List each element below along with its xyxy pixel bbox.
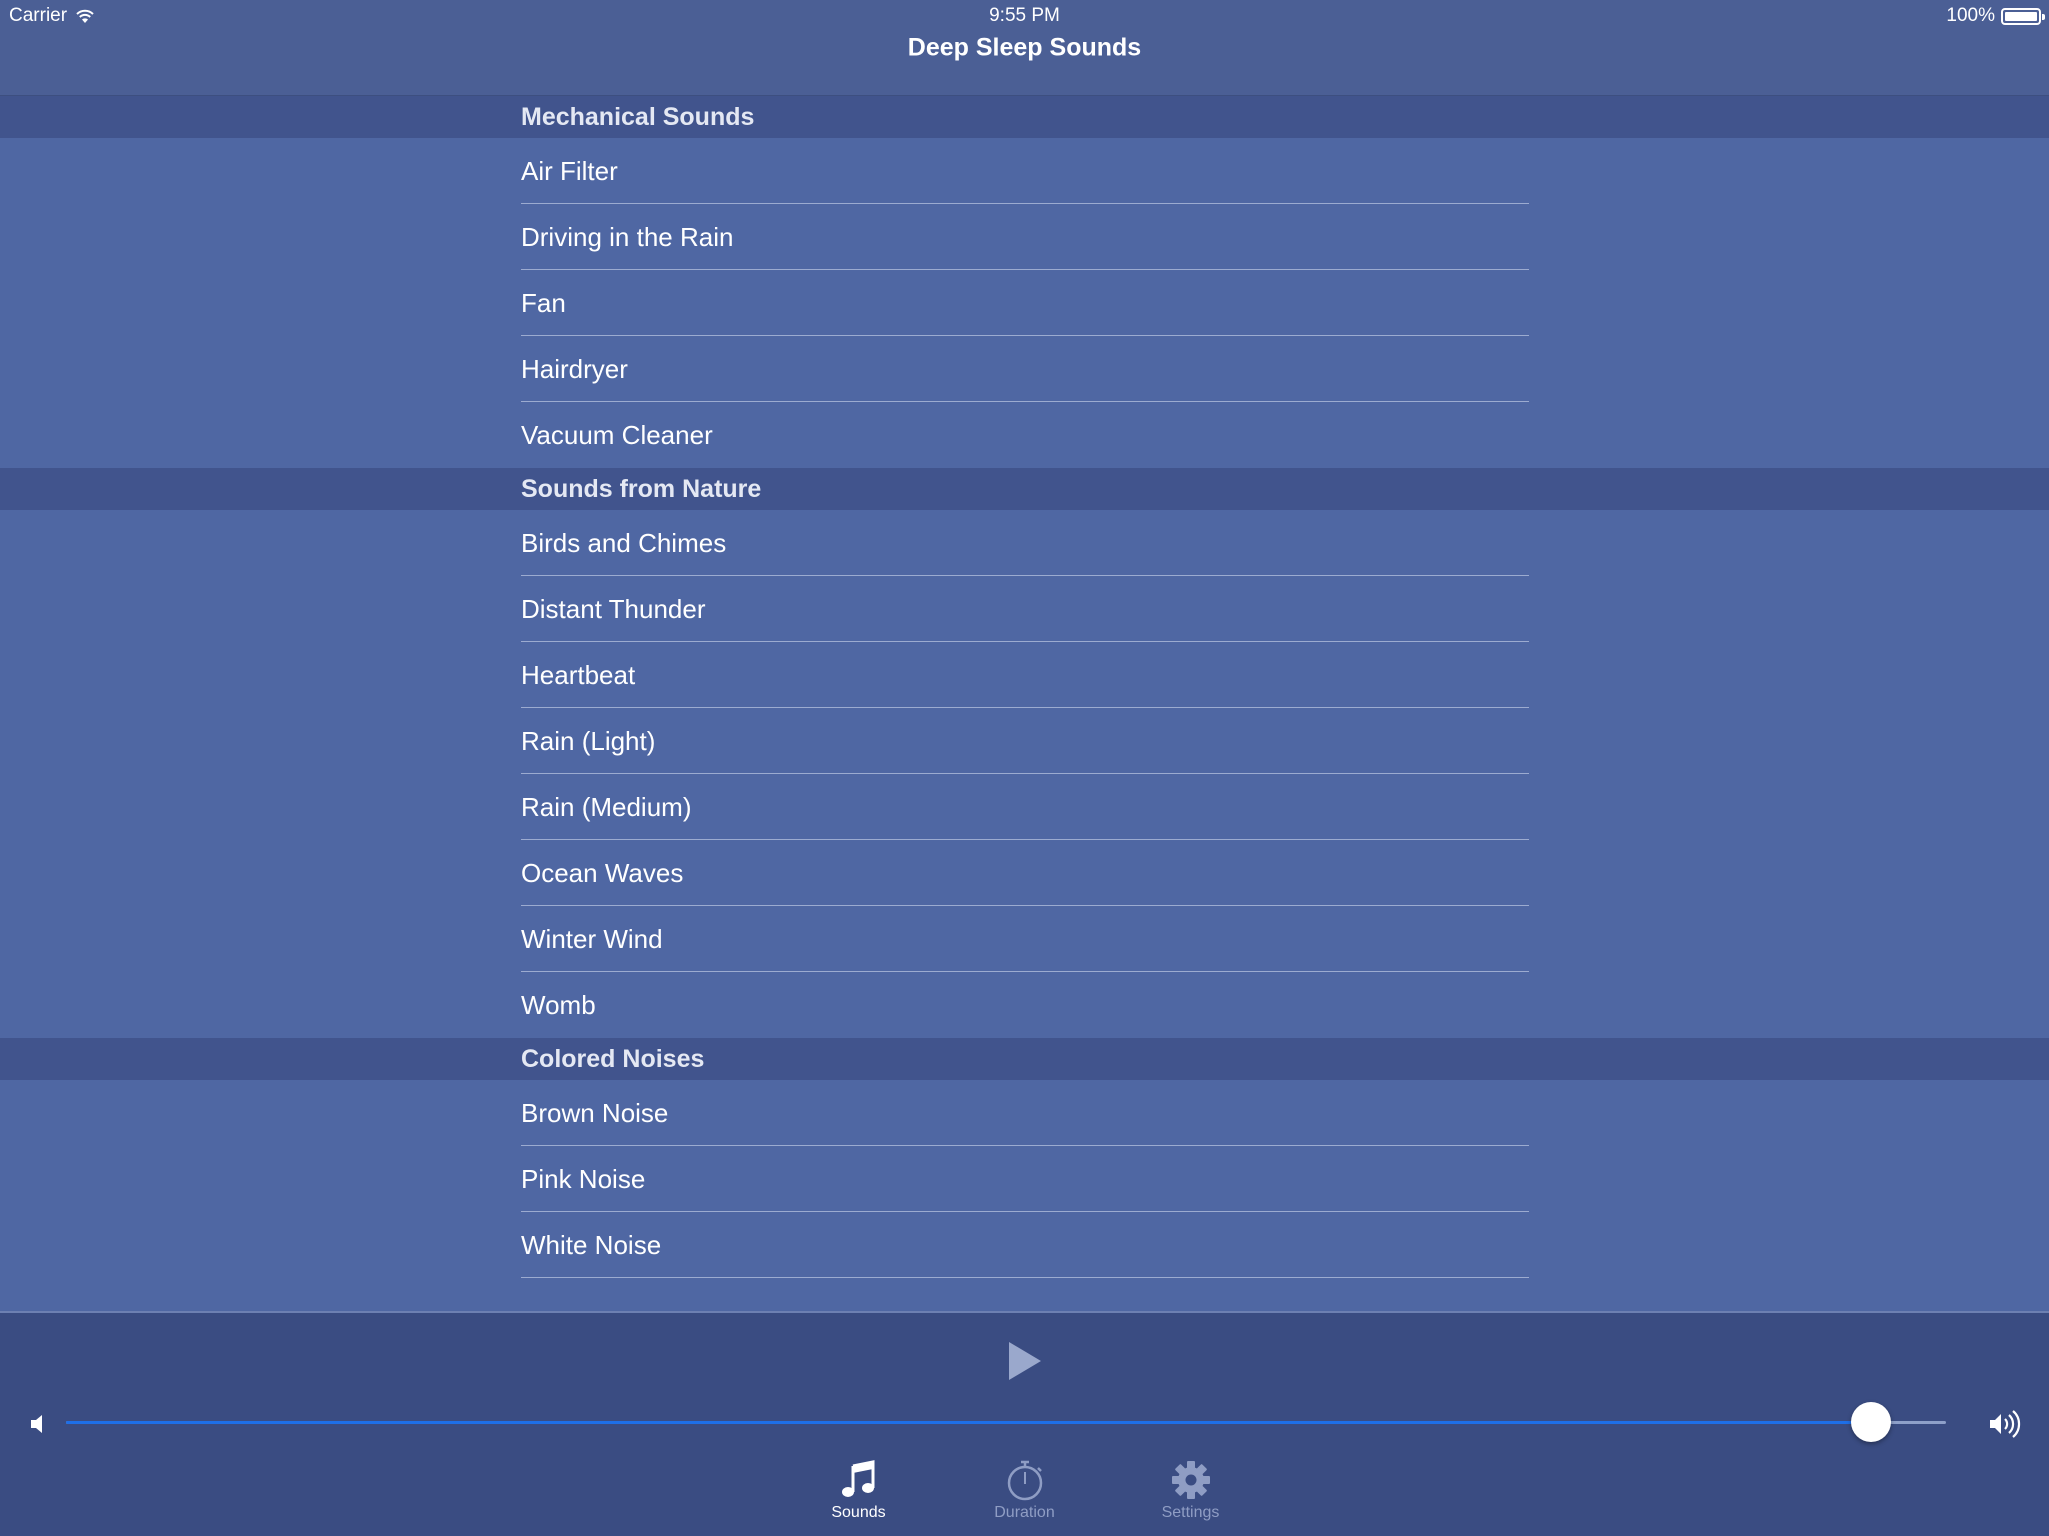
sound-list-item-label: Hairdryer bbox=[521, 353, 628, 384]
section-header: Mechanical Sounds bbox=[0, 96, 2049, 138]
stopwatch-icon bbox=[1007, 1460, 1042, 1501]
section-header: Colored Noises bbox=[0, 1038, 2049, 1080]
sound-list-item[interactable]: Winter Wind bbox=[0, 906, 2049, 972]
tab-bar: Sounds Duration Settings bbox=[0, 1458, 2049, 1536]
sound-list-item[interactable]: Pink Noise bbox=[0, 1146, 2049, 1212]
sound-list-item[interactable]: Rain (Light) bbox=[0, 708, 2049, 774]
tab-sounds-label: Sounds bbox=[831, 1504, 886, 1521]
sound-section: Sounds from Nature Birds and Chimes Distan… bbox=[0, 468, 2049, 1038]
sound-section: Colored Noises Brown Noise Pink Noise White… bbox=[0, 1038, 2049, 1278]
battery-percent: 100% bbox=[1946, 5, 1995, 26]
sound-list-item-label: Winter Wind bbox=[521, 923, 663, 954]
sound-list-item-label: Pink Noise bbox=[521, 1163, 646, 1194]
sound-section: Mechanical Sounds Air Filter Driving in th… bbox=[0, 96, 2049, 468]
sound-list-item-label: Womb bbox=[521, 989, 596, 1020]
volume-low-icon bbox=[31, 1415, 42, 1433]
music-note-icon bbox=[841, 1460, 874, 1497]
sound-list-item-label: Heartbeat bbox=[521, 659, 636, 690]
sound-list-item[interactable]: Rain (Medium) bbox=[0, 774, 2049, 840]
sound-list-item[interactable]: Air Filter bbox=[0, 138, 2049, 204]
sound-list-item[interactable]: Ocean Waves bbox=[0, 840, 2049, 906]
sound-list-item[interactable]: Driving in the Rain bbox=[0, 204, 2049, 270]
sound-list-item-label: Ocean Waves bbox=[521, 857, 684, 888]
sound-list-item[interactable]: Vacuum Cleaner bbox=[0, 402, 2049, 468]
volume-slider-fill bbox=[66, 1421, 1871, 1424]
sound-list-item[interactable]: Womb bbox=[0, 972, 2049, 1038]
gear-icon bbox=[1171, 1461, 1210, 1499]
sound-list-item-label: Driving in the Rain bbox=[521, 221, 734, 252]
sound-list-item-label: Distant Thunder bbox=[521, 593, 706, 624]
sound-list-item-label: Air Filter bbox=[521, 155, 618, 186]
sound-list-item[interactable]: Distant Thunder bbox=[0, 576, 2049, 642]
sound-list-item-label: White Noise bbox=[521, 1229, 662, 1260]
status-time: 9:55 PM bbox=[989, 5, 1060, 26]
sound-list-item-label: Fan bbox=[521, 287, 566, 318]
status-bar: Carrier 9:55 PM 100% bbox=[0, 0, 2049, 32]
tab-duration-label: Duration bbox=[994, 1504, 1055, 1521]
sound-list-item[interactable]: Brown Noise bbox=[0, 1080, 2049, 1146]
sound-list-item-label: Vacuum Cleaner bbox=[521, 419, 713, 450]
battery-indicator: 100% bbox=[1946, 5, 2045, 27]
volume-slider-thumb[interactable] bbox=[1850, 1402, 1891, 1442]
tab-duration[interactable]: Duration bbox=[972, 1458, 1078, 1536]
play-button[interactable] bbox=[1005, 1339, 1045, 1383]
page-title: Deep Sleep Sounds bbox=[907, 33, 1142, 62]
volume-high-icon bbox=[1990, 1410, 2021, 1438]
tab-sounds[interactable]: Sounds bbox=[806, 1458, 912, 1536]
sound-list-item[interactable]: Hairdryer bbox=[0, 336, 2049, 402]
volume-slider[interactable] bbox=[66, 1421, 1946, 1424]
top-bar: Carrier 9:55 PM 100% Deep Sleep Sounds bbox=[0, 0, 2049, 96]
tab-settings[interactable]: Settings bbox=[1138, 1458, 1244, 1536]
sound-list-item-label: Rain (Light) bbox=[521, 725, 656, 756]
battery-icon bbox=[2001, 7, 2045, 25]
sound-list-item[interactable]: White Noise bbox=[0, 1212, 2049, 1278]
sound-list-item-label: Rain (Medium) bbox=[521, 791, 692, 822]
player-bar: Sounds Duration Settings bbox=[0, 1311, 2049, 1536]
sound-list-item[interactable]: Fan bbox=[0, 270, 2049, 336]
sound-list-item[interactable]: Heartbeat bbox=[0, 642, 2049, 708]
sound-list-item-label: Brown Noise bbox=[521, 1097, 669, 1128]
tab-settings-label: Settings bbox=[1161, 1504, 1220, 1521]
section-header: Sounds from Nature bbox=[0, 468, 2049, 510]
sound-list-item[interactable]: Birds and Chimes bbox=[0, 510, 2049, 576]
sound-list: Mechanical Sounds Air Filter Driving in th… bbox=[0, 96, 2049, 1278]
sound-list-item-label: Birds and Chimes bbox=[521, 527, 727, 558]
